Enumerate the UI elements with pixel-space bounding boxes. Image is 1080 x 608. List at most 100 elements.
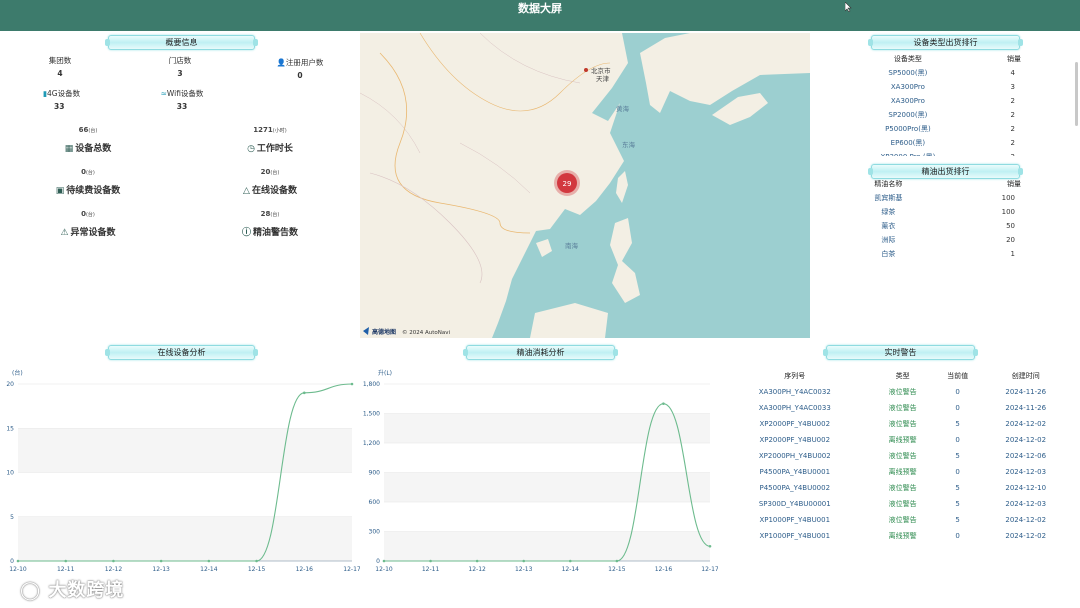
device-rank-name: XA300Pro <box>890 83 925 91</box>
cluster-count: 29 <box>563 180 572 188</box>
device-rank-row: SP5000(黑) 4 <box>845 66 1035 80</box>
group-count-value: 4 <box>57 69 63 78</box>
y-tick-label: 1,200 <box>363 440 380 447</box>
group-count-stat: 集团数 4 <box>40 55 80 78</box>
device-rank-row: SP2000(黑) 2 <box>845 108 1035 122</box>
alert-type: 液位警告 <box>888 500 917 508</box>
nanhai-label: 南海 <box>565 241 579 250</box>
device-map[interactable]: 北京市 天津 黄海 东海 南海 29 高德地图 © 2024 AutoNavi <box>360 33 810 338</box>
x-tick-label: 12-13 <box>515 566 533 573</box>
watermark: ◯ 大数跨境 <box>20 580 125 601</box>
data-point <box>255 559 258 563</box>
store-count-value: 3 <box>177 69 183 78</box>
alert-type: 离线预警 <box>888 436 917 444</box>
work-hours-label: 工作时长 <box>256 144 293 154</box>
chart-band <box>18 428 352 473</box>
x-tick-label: 12-11 <box>57 566 75 573</box>
alert-date: 2024-12-10 <box>1005 484 1047 492</box>
alert-serial: XP2000PF_Y4BU002 <box>759 420 831 428</box>
x-tick-label: 12-17 <box>343 566 360 573</box>
total-devices-label: 设备总数 <box>75 144 112 154</box>
alert-value: 0 <box>955 404 960 412</box>
renew-devices-stat: 0(台) ▣ 待续费设备数 <box>55 168 121 196</box>
mouse-cursor-icon <box>845 2 852 12</box>
device-rank-value: 2 <box>1010 97 1015 105</box>
alert-type: 液位警告 <box>888 452 917 460</box>
alert-value: 0 <box>955 532 960 540</box>
y-tick-label: 900 <box>369 470 381 477</box>
device-rank-value: 2 <box>1010 111 1015 119</box>
tianjin-label: 天津 <box>596 75 610 83</box>
user-icon: 👤 <box>276 58 286 67</box>
x-tick-label: 12-14 <box>200 566 218 573</box>
chart-band <box>384 413 710 443</box>
online-devices-label: 在线设备数 <box>251 186 297 196</box>
map-canvas[interactable]: 北京市 天津 黄海 东海 南海 29 高德地图 © 2024 AutoNavi <box>360 33 810 338</box>
x-tick-label: 12-10 <box>9 566 27 573</box>
alert-type: 液位警告 <box>888 388 917 396</box>
alert-serial: XP1000PF_Y4BU001 <box>759 516 831 524</box>
y-tick-label: 5 <box>10 514 14 521</box>
wifi-count-label: Wifi设备数 <box>166 89 204 98</box>
y-tick-label: 300 <box>369 529 381 536</box>
alert-value: 5 <box>955 484 960 492</box>
data-point <box>568 559 572 563</box>
alert-type: 液位警告 <box>888 404 917 412</box>
data-point <box>662 402 665 405</box>
warning-icon: ⚠ <box>60 228 69 238</box>
alert-row: XP1000PF_Y4BU001 液位警告 5 2024-12-02 <box>718 512 1070 528</box>
y-tick-label: 600 <box>369 499 381 506</box>
total-devices-stat: 66(台) ▦ 设备总数 <box>64 126 112 154</box>
4g-count-label: 4G设备数 <box>47 89 81 98</box>
alert-serial: P4500PA_Y4BU0002 <box>759 484 831 492</box>
device-rank-row: XA300Pro 2 <box>845 94 1035 108</box>
alerts-table: 序列号 类型 当前值 创建时间 XA300PH_Y4AC0032 液位警告 0 2024-1… <box>718 368 1070 544</box>
y-tick-label: 20 <box>6 381 14 388</box>
4g-count-stat: ▮4G设备数 33 <box>34 88 89 111</box>
alerts-title: 实时警告 <box>823 345 978 360</box>
device-rank-name: XA300Pro <box>890 97 925 105</box>
oil-rank-value: 50 <box>1006 222 1015 230</box>
alert-row: P4500PA_Y4BU0002 液位警告 5 2024-12-10 <box>718 480 1070 496</box>
online-device-chart: 0 5 10 15 20 (台) 12-10 12-11 12-12 12-13 12-14 12-1… <box>6 369 360 573</box>
alert-row: XP1000PF_Y4BU001 离线预警 0 2024-12-02 <box>718 528 1070 544</box>
y-tick-label: 10 <box>6 470 14 477</box>
data-point <box>708 544 712 548</box>
map-copyright: © 2024 AutoNavi <box>402 329 451 336</box>
x-tick-label: 12-15 <box>608 566 626 573</box>
x-tick-label: 12-16 <box>296 566 314 573</box>
online-chart-title: 在线设备分析 <box>105 345 258 360</box>
money-icon: ▣ <box>55 186 65 196</box>
alert-value: 0 <box>955 468 960 476</box>
map-provider: 高德地图 <box>372 328 396 336</box>
device-rank-value: 4 <box>1010 69 1015 77</box>
device-rank-scroll[interactable]: 设备类型 销量 SP5000(黑) 4 XA300Pro 3 XA300Pro 2 SP200… <box>845 52 1035 156</box>
huanghai-label: 黄海 <box>616 104 630 113</box>
oil-rank-value: 1 <box>1010 250 1015 258</box>
oil-rank-value: 100 <box>1001 208 1015 216</box>
device-rank-title: 设备类型出货排行 <box>868 35 1023 50</box>
alert-date: 2024-12-02 <box>1005 532 1047 540</box>
data-point <box>64 559 68 563</box>
x-tick-label: 12-13 <box>152 566 170 573</box>
oil-rank-value: 20 <box>1006 236 1015 244</box>
page-scrollbar[interactable] <box>1075 62 1078 126</box>
work-hours-stat: 1271(小时) ◷ 工作时长 <box>247 126 293 154</box>
overview-title: 概要信息 <box>105 35 258 50</box>
device-rank-row: P5000Pro(黑) 2 <box>845 122 1035 136</box>
y-tick-label: 0 <box>10 558 14 565</box>
alert-type: 液位警告 <box>888 420 917 428</box>
alert-date: 2024-12-06 <box>1005 452 1047 460</box>
device-rank-table: 设备类型 销量 SP5000(黑) 4 XA300Pro 3 XA300Pro 2 SP200… <box>845 52 1035 156</box>
alert-row: XP2000PF_Y4BU002 液位警告 5 2024-12-02 <box>718 416 1070 432</box>
oil-alarm-label: 精油警告数 <box>253 228 299 238</box>
alert-type: 离线预警 <box>888 532 917 540</box>
alert-value: 5 <box>955 500 960 508</box>
device-rank-value: 2 <box>1010 125 1015 133</box>
online-devices-stat: 20(台) △ 在线设备数 <box>243 168 297 196</box>
x-tick-label: 12-11 <box>422 566 440 573</box>
data-point <box>207 559 211 563</box>
wifi-count-stat: ≈Wifi设备数 33 <box>152 88 212 111</box>
oil-rank-table: 精油名称 销量 凯宾斯基 100 绿茶 100 薰衣 50 洲际 20 白茶 1 <box>845 177 1035 261</box>
device-rank-row: XP3000 Pro (黑)2 <box>845 150 1035 156</box>
